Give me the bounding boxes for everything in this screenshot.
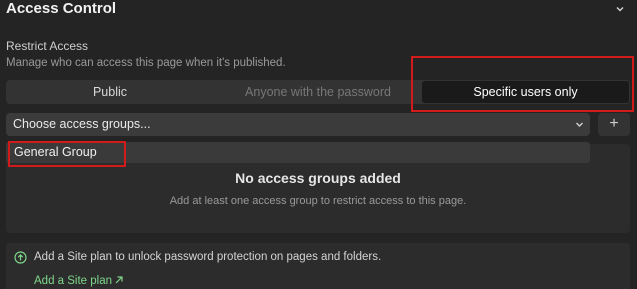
external-arrow-icon[interactable] <box>114 275 124 285</box>
empty-state-title: No access groups added <box>235 170 401 186</box>
highlight-box-specific-users <box>411 56 634 112</box>
restrict-access-label: Restrict Access <box>6 39 89 53</box>
restrict-access-description: Manage who can access this page when it'… <box>6 57 286 69</box>
option-password[interactable]: Anyone with the password <box>214 80 422 104</box>
add-group-button[interactable]: + <box>598 113 630 136</box>
chevron-down-icon[interactable] <box>613 2 627 16</box>
option-public[interactable]: Public <box>6 80 214 104</box>
site-plan-notice: Add a Site plan to unlock password prote… <box>6 243 630 289</box>
plus-icon: + <box>609 115 619 132</box>
access-groups-select-value: Choose access groups... <box>13 117 151 131</box>
empty-state-description: Add at least one access group to restric… <box>169 195 467 207</box>
chevron-down-icon <box>576 122 583 127</box>
access-groups-select[interactable]: Choose access groups... <box>6 113 590 136</box>
site-plan-notice-text: Add a Site plan to unlock password prote… <box>34 251 382 263</box>
add-site-plan-link[interactable]: Add a Site plan <box>34 275 112 287</box>
section-title: Access Control <box>6 0 117 17</box>
upgrade-icon <box>14 251 27 264</box>
highlight-box-general-group <box>8 141 126 167</box>
